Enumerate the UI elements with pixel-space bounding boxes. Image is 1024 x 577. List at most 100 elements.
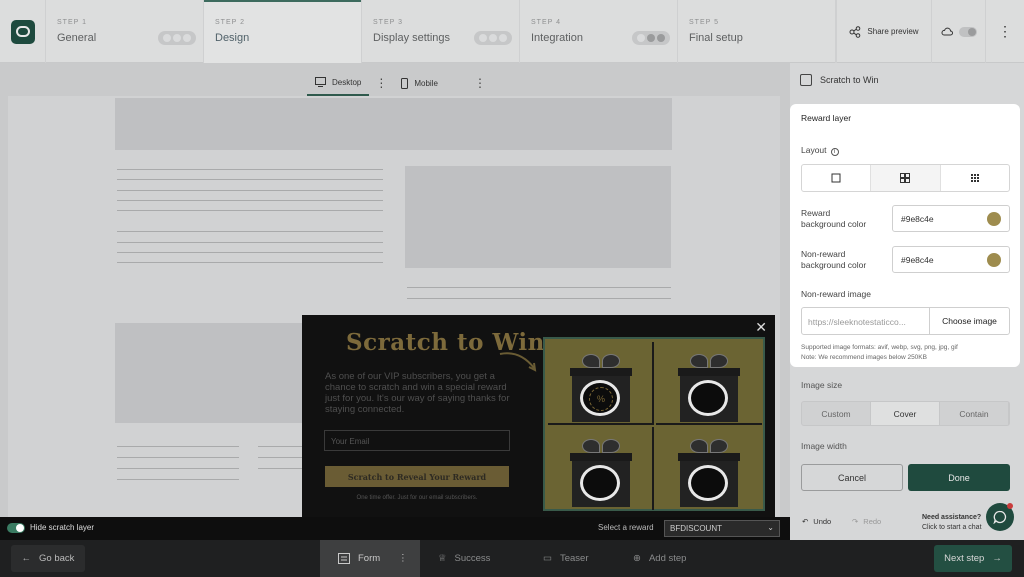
panel-header: Scratch to Win [800,74,879,86]
step-integration[interactable]: STEP 4 Integration [520,0,678,63]
grid-3x3-icon [970,174,979,182]
step-display-settings[interactable]: STEP 3 Display settings [362,0,520,63]
hide-scratch-label: Hide scratch layer [30,523,95,532]
image-width-label: Image width [801,441,847,451]
nonreward-bg-color-field[interactable]: #9e8c4e [892,246,1010,273]
form-options-icon[interactable]: ⋮ [398,553,408,564]
reward-bg-color-value: #9e8c4e [901,214,934,224]
undo-icon: ↶ [802,517,809,526]
scratch-element-icon [800,74,812,86]
step-number: STEP 5 [689,19,719,26]
share-icon [849,25,861,38]
reward-bg-color-field[interactable]: #9e8c4e [892,205,1010,232]
more-menu-icon[interactable]: ⋮ [985,0,1024,63]
popup-note: One time offer. Just for our email subsc… [356,495,478,501]
tab-desktop[interactable]: Desktop [307,70,370,96]
mobile-icon [401,77,409,89]
reward-select-value: BFDISCOUNT [670,524,722,533]
image-size-cover[interactable]: Cover [871,402,940,425]
image-size-selector: Custom Cover Contain [801,401,1010,426]
undo-button[interactable]: ↶ Undo [802,517,831,526]
select-reward-label: Select a reward [598,523,654,532]
scratch-cell[interactable] [656,427,762,510]
desktop-options-icon[interactable]: ⋮ [369,76,393,90]
form-icon [338,553,350,564]
section-title: Reward layer [801,113,852,123]
gift-box-icon [678,354,740,422]
popup-body: As one of our VIP subscribers, you get a… [325,371,510,415]
gift-box-icon [570,439,632,507]
step-final-setup[interactable]: STEP 5 Final setup [678,0,836,63]
email-field[interactable]: Your Email [324,430,510,451]
layout-label: Layout i [801,145,839,156]
go-back-button[interactable]: ← Go back [11,545,85,572]
choose-image-button[interactable]: Choose image [929,308,1009,334]
cancel-button[interactable]: Cancel [801,464,903,491]
done-button[interactable]: Done [908,464,1010,491]
info-icon[interactable]: i [830,148,839,156]
desktop-icon [315,77,326,87]
nonreward-bg-color-value: #9e8c4e [901,255,934,265]
scratch-cell[interactable]: % [548,342,654,425]
grid-2x2-icon [900,173,911,183]
step-design[interactable]: STEP 2 Design [204,0,362,63]
color-swatch-icon[interactable] [987,253,1001,267]
layout-2x2-option[interactable] [871,165,941,191]
step-label: Display settings [373,32,451,44]
nonreward-image-field: https://sleeknotestaticco... Choose imag… [801,307,1010,335]
step-number: STEP 3 [373,19,403,26]
nonreward-bg-label: Non-reward background color [801,249,867,270]
add-step-button[interactable]: ⊕ Add step [615,540,715,577]
hide-scratch-toggle[interactable] [7,523,25,533]
step-number: STEP 4 [531,19,561,26]
cloud-icon [941,27,953,36]
tab-form[interactable]: Form ⋮ [320,540,420,577]
redo-button[interactable]: ↷ Redo [852,517,881,526]
color-swatch-icon[interactable] [987,212,1001,226]
redo-icon: ↷ [852,517,859,526]
assistance-text[interactable]: Need assistance? Click to start a chat [922,513,982,533]
step-general[interactable]: STEP 1 General [46,0,204,63]
reward-layer-card: Reward layer Layout i Reward background co… [790,104,1020,367]
tab-teaser[interactable]: ▭ Teaser [525,540,625,577]
chat-bubble-icon [993,510,1007,524]
reward-bg-label: Reward background color [801,208,867,229]
reward-select[interactable]: BFDISCOUNT ⌄ [664,520,780,537]
image-size-custom[interactable]: Custom [802,402,871,425]
arrow-left-icon: ← [21,553,32,564]
layout-single-option[interactable] [802,165,872,191]
layout-3x3-option[interactable] [941,165,1009,191]
nonreward-image-label: Non-reward image [801,289,871,299]
scratch-cta-button[interactable]: Scratch to Reveal Your Reward [325,466,509,487]
next-step-button[interactable]: Next step → [934,545,1012,572]
scratch-grid[interactable]: % [543,337,765,511]
step-number: STEP 1 [57,19,87,26]
layout-selector [801,164,1010,192]
logo-cell[interactable] [0,0,46,63]
teaser-icon: ▭ [543,553,552,564]
share-preview-label: Share preview [867,27,919,36]
tab-mobile[interactable]: Mobile [393,70,446,96]
image-size-label: Image size [801,380,843,390]
step-label: Final setup [689,32,743,44]
tab-success[interactable]: ♕ Success [420,540,519,577]
scratch-cell[interactable] [548,427,654,510]
square-icon [831,173,841,183]
plus-circle-icon: ⊕ [633,553,641,564]
step-header: STEP 1 General STEP 2 Design STEP 3 Disp… [0,0,1024,63]
scratch-cell[interactable] [656,342,762,425]
share-preview-button[interactable]: Share preview [836,0,931,63]
mobile-options-icon[interactable]: ⋮ [468,76,492,90]
step-number: STEP 2 [215,19,245,26]
chevron-down-icon: ⌄ [767,523,774,532]
step-label: Design [215,32,250,44]
image-url-input[interactable]: https://sleeknotestaticco... [802,308,929,334]
autosave-cell [931,0,985,63]
image-size-contain[interactable]: Contain [940,402,1009,425]
step-label: General [57,32,97,44]
step-progress-icon [158,31,196,45]
close-icon[interactable]: ✕ [755,319,767,336]
step-progress-icon [632,31,670,45]
scratch-popup: ✕ Scratch to Win As one of our VIP subsc… [302,315,775,518]
autosave-toggle[interactable] [958,26,977,37]
